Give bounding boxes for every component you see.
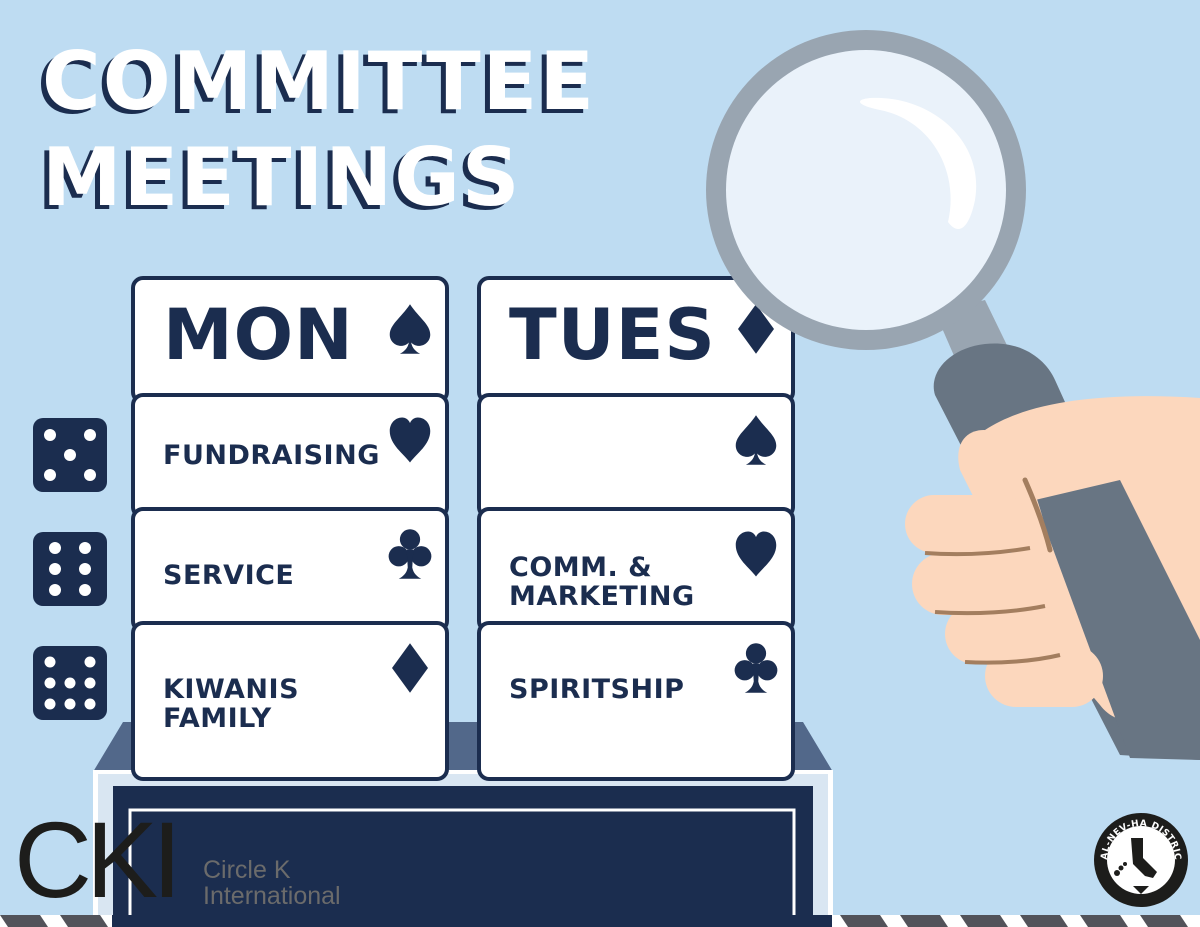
day-label: TUES: [509, 294, 716, 376]
logo-subtitle-1: Circle K: [203, 856, 291, 884]
committee-label: SPIRITSHIP: [509, 674, 685, 705]
diamond-icon: [392, 643, 428, 693]
bottom-stripe: [0, 915, 1200, 927]
day-card-tues: TUES: [477, 276, 795, 404]
die-five-icon: [33, 418, 107, 492]
committee-card-fundraising: FUNDRAISING: [131, 393, 449, 519]
committee-card-service: SERVICE: [131, 507, 449, 633]
committee-label: SERVICE: [163, 560, 295, 591]
poster: COMMITTEE MEETINGS MON FUNDRAISING SERVI…: [0, 0, 1200, 927]
heart-icon: [735, 531, 777, 577]
logo-subtitle-2: International: [203, 882, 341, 910]
cki-logo: CKI Circle K International: [14, 806, 374, 914]
committee-label: COMM. & MARKETING: [509, 552, 695, 612]
cki-wordmark: CKI: [14, 799, 182, 920]
club-icon: [734, 643, 778, 693]
die-eight-icon: [33, 646, 107, 720]
die-six-icon: [33, 532, 107, 606]
club-icon: [388, 529, 432, 579]
committee-card-comm-marketing: COMM. & MARKETING: [477, 507, 795, 633]
title-line-2: MEETINGS: [42, 131, 522, 224]
committee-card-blank: [477, 393, 795, 519]
committee-card-kiwanis-family: KIWANIS FAMILY: [131, 621, 449, 781]
spade-icon: [735, 415, 777, 465]
heart-icon: [389, 417, 431, 463]
diamond-icon: [738, 304, 774, 354]
committee-label: KIWANIS FAMILY: [163, 674, 300, 734]
district-seal-logo: CAL-NEV-HA DISTRICT: [1093, 812, 1188, 907]
spade-icon: [389, 304, 431, 354]
committee-card-spiritship: SPIRITSHIP: [477, 621, 795, 781]
title-line-1: COMMITTEE: [42, 35, 596, 128]
day-label: MON: [163, 294, 354, 376]
committee-label: FUNDRAISING: [163, 440, 380, 471]
day-card-mon: MON: [131, 276, 449, 404]
